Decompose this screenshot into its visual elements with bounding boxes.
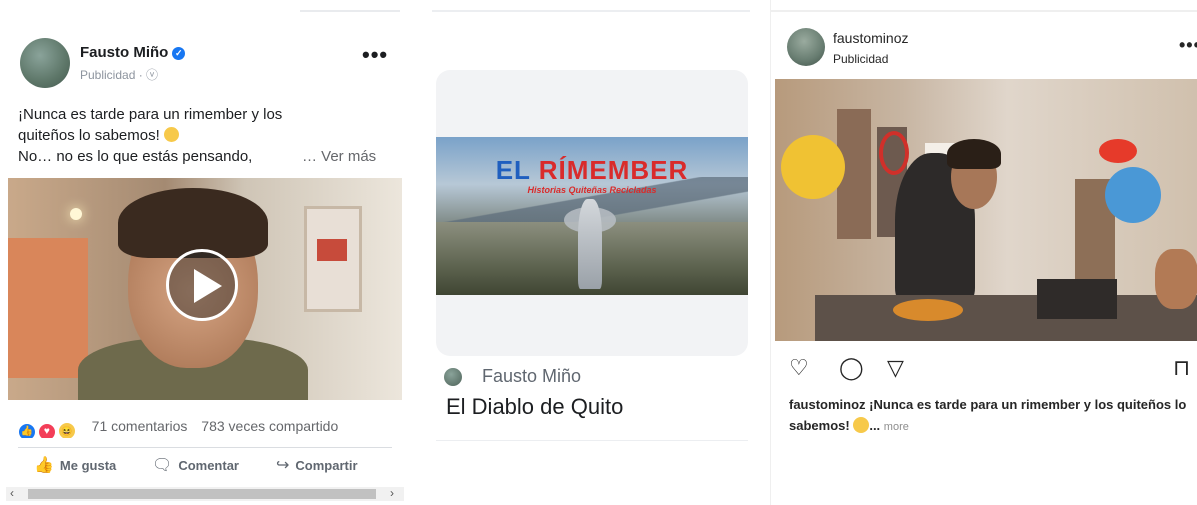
post-text-line2: quiteños lo sabemos! xyxy=(18,127,160,144)
shares-count[interactable]: 783 veces compartido xyxy=(201,418,338,434)
play-icon[interactable] xyxy=(166,249,238,321)
video-title[interactable]: El Diablo de Quito xyxy=(446,394,623,420)
horizontal-scrollbar[interactable]: ‹ › xyxy=(6,486,404,501)
video-frame-person-hair xyxy=(118,188,268,258)
photo-grill xyxy=(1037,279,1117,319)
thumbnail-statue xyxy=(578,199,602,289)
more-options-icon[interactable]: ••• xyxy=(362,44,388,66)
instagram-post-panel: faustominoz Publicidad ••• ♡ ◯ ▽ ⊓ faust… xyxy=(770,0,1197,505)
ig-sponsored-label: Publicidad xyxy=(833,52,889,66)
photo-person-hair xyxy=(947,139,1001,169)
scrollbar-thumb[interactable] xyxy=(28,489,376,499)
bookmark-icon[interactable]: ⊓ xyxy=(1173,356,1190,380)
like-reaction-icon: 👍 xyxy=(18,423,36,438)
top-divider xyxy=(300,10,400,12)
like-button[interactable]: 👍 Me gusta xyxy=(34,455,116,475)
video-frame-lamp xyxy=(70,208,82,220)
author-avatar[interactable] xyxy=(20,38,70,88)
ig-post-photo[interactable] xyxy=(775,79,1197,341)
haha-reaction-icon: 😆 xyxy=(57,422,76,438)
post-actions: 👍 Me gusta 🗨 Comentar ↪ Compartir xyxy=(0,455,410,479)
grinning-emoji-icon xyxy=(853,417,870,433)
scroll-right-icon[interactable]: › xyxy=(390,486,394,500)
post-text-line3: No… no es lo que estás pensando, xyxy=(18,148,253,165)
photo-red-fork-decor xyxy=(879,131,909,175)
top-divider xyxy=(771,10,1197,12)
ig-username[interactable]: faustominoz xyxy=(833,30,908,46)
ig-caption: faustominoz ¡Nunca es tarde para un rime… xyxy=(789,394,1194,438)
share-button[interactable]: ↪ Compartir xyxy=(276,455,358,475)
grinning-emoji-icon xyxy=(163,127,179,142)
photo-table xyxy=(815,295,1197,341)
love-reaction-icon: ♥ xyxy=(37,423,56,438)
comment-bubble-icon: 🗨 xyxy=(152,457,173,474)
post-text: ¡Nunca es tarde para un rimember y los q… xyxy=(18,104,398,167)
comment-label: Comentar xyxy=(178,457,239,473)
video-frame-poster xyxy=(304,206,362,312)
heart-icon[interactable]: ♡ xyxy=(789,356,809,380)
comment-icon[interactable]: ◯ xyxy=(839,356,864,380)
photo-food-basket xyxy=(893,299,963,321)
video-card-panel: EL RÍMEMBER Historias Quiteñas Reciclada… xyxy=(432,0,750,505)
share-label: Compartir xyxy=(295,457,358,473)
reactions-bar[interactable]: 👍 ♥ 😆 71 comentarios 783 veces compartid… xyxy=(18,418,408,438)
card-bottom-divider xyxy=(436,440,748,441)
ig-more-options-icon[interactable]: ••• xyxy=(1179,36,1197,54)
post-meta: Publicidad · ⓥ xyxy=(80,68,159,82)
comments-count[interactable]: 71 comentarios xyxy=(92,418,188,434)
photo-yellow-lantern xyxy=(781,135,845,199)
post-author-name[interactable]: Fausto Miño xyxy=(80,44,168,61)
comment-button[interactable]: 🗨 Comentar xyxy=(152,455,239,475)
send-icon[interactable]: ▽ xyxy=(887,356,904,380)
ig-action-icons: ♡ ◯ ▽ ⊓ xyxy=(789,356,1190,380)
video-frame-wall xyxy=(8,238,88,378)
caption-more-link[interactable]: more xyxy=(884,421,909,433)
ig-author-avatar[interactable] xyxy=(787,28,825,66)
photo-blue-lantern xyxy=(1105,167,1161,223)
like-label: Me gusta xyxy=(59,457,117,473)
post-video[interactable] xyxy=(8,178,402,400)
caption-ellipsis: ... xyxy=(869,418,881,433)
thumbs-up-icon: 👍 xyxy=(34,457,54,474)
channel-avatar[interactable] xyxy=(444,368,462,386)
thumbnail-title-part-b: RÍMEMBER xyxy=(538,155,689,185)
scroll-left-icon[interactable]: ‹ xyxy=(10,486,14,500)
see-more-link[interactable]: … Ver más xyxy=(302,146,376,167)
video-thumbnail[interactable]: EL RÍMEMBER Historias Quiteñas Reciclada… xyxy=(436,137,748,295)
top-divider xyxy=(432,10,750,12)
verified-badge-icon: ✓ xyxy=(172,47,186,60)
photo-red-lantern xyxy=(1099,139,1137,163)
video-author[interactable]: Fausto Miño xyxy=(482,366,581,387)
caption-username[interactable]: faustominoz xyxy=(789,397,866,412)
thumbnail-title-part-a: EL xyxy=(495,155,539,185)
post-author[interactable]: Fausto Miño ✓ xyxy=(80,44,186,61)
post-text-line1: ¡Nunca es tarde para un rimember y los xyxy=(18,106,283,123)
video-info: Fausto Miño El Diablo de Quito xyxy=(436,358,748,442)
facebook-post-panel: Fausto Miño ✓ Publicidad · ⓥ ••• ¡Nunca e… xyxy=(0,0,410,505)
actions-divider xyxy=(18,447,392,448)
thumbnail-title: EL RÍMEMBER xyxy=(436,155,748,186)
thumbnail-subtitle: Historias Quiteñas Recicladas xyxy=(527,185,657,195)
photo-hand xyxy=(1155,249,1197,309)
share-arrow-icon: ↪ xyxy=(276,457,290,474)
